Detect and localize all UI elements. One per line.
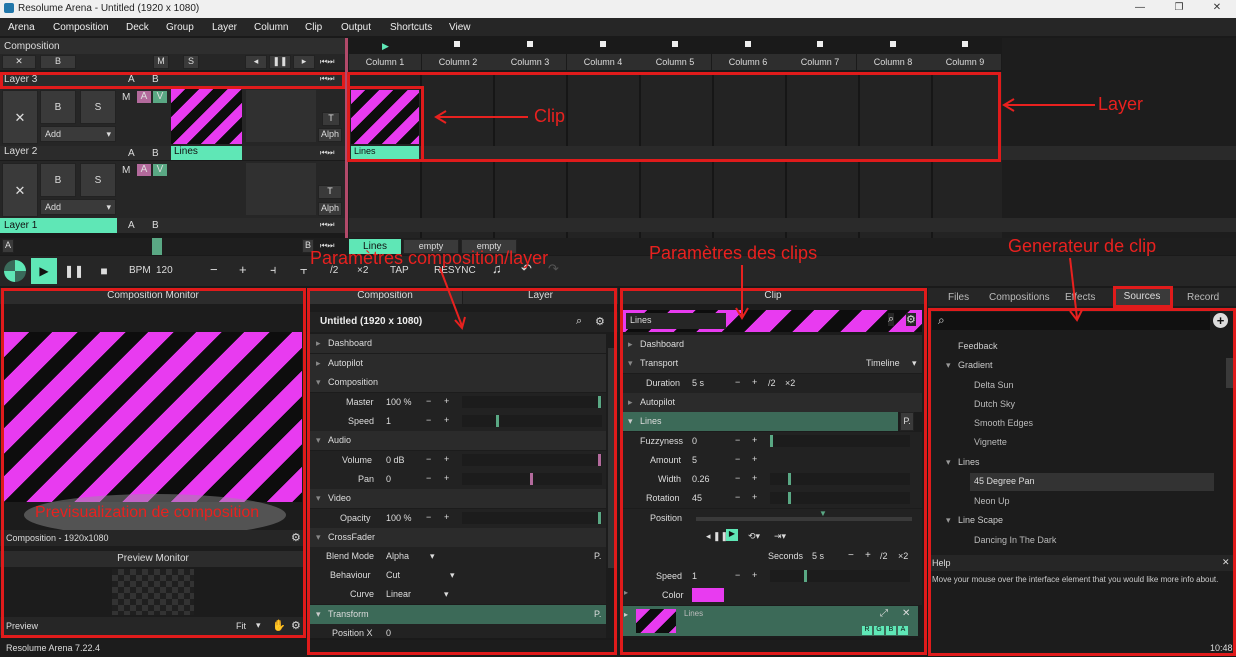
annotation-arrows (434, 98, 1095, 331)
annotation-clip-params-label: Paramètres des clips (649, 243, 818, 263)
annotation-generator-label: Generateur de clip (1008, 236, 1157, 256)
annotation-preview-label: Previsualization de composition (35, 504, 260, 521)
annotation-layer-label: Layer (1098, 94, 1144, 114)
annotation-comp-params-label: Paramètres composition/layer (310, 248, 549, 268)
annotation-clip-label: Clip (534, 106, 566, 126)
